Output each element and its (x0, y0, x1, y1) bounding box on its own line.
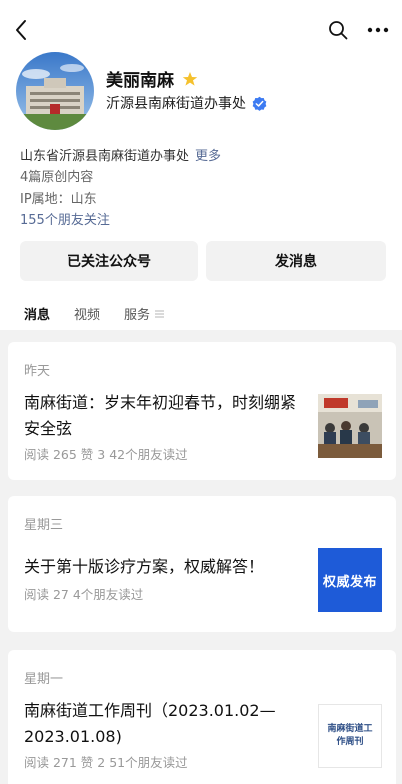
article-meta: 阅读 271 赞 2 51个朋友读过 (24, 755, 188, 770)
thumbnail-text: 权威发布 (322, 574, 377, 590)
content-tabs: 消息 视频 服务 (24, 304, 189, 332)
top-bar (0, 0, 402, 60)
article-thumbnail[interactable] (318, 394, 382, 458)
article-card[interactable]: 昨天 南麻街道：岁末年初迎春节，时刻绷紧安全弦 阅读 265 赞 3 42个朋友… (8, 342, 396, 480)
org-name: 沂源县南麻街道办事处 (106, 96, 246, 112)
article-thumbnail[interactable]: 南麻街道工作周刊 (318, 704, 382, 768)
article-title[interactable]: 关于第十版诊疗方案，权威解答！ (24, 554, 296, 580)
send-message-button[interactable]: 发消息 (206, 241, 386, 281)
tab-videos[interactable]: 视频 (74, 304, 100, 323)
tab-messages[interactable]: 消息 (24, 304, 51, 332)
account-name-row: 美丽南麻 (106, 66, 198, 91)
thumbnail-text: 南麻街道工作周刊 (327, 724, 373, 747)
avatar[interactable] (16, 52, 94, 130)
search-icon[interactable] (326, 18, 350, 42)
star-icon[interactable] (182, 71, 198, 87)
tab-label: 消息 (24, 308, 51, 323)
article-thumbnail[interactable]: 权威发布 (318, 548, 382, 612)
followed-account-button[interactable]: 已关注公众号 (20, 241, 198, 281)
tab-services[interactable]: 服务 (124, 304, 165, 323)
tab-label: 服务 (124, 308, 151, 323)
org-row[interactable]: 沂源县南麻街道办事处 (106, 93, 267, 113)
article-meta: 阅读 27 4个朋友读过 (24, 587, 144, 602)
article-title[interactable]: 南麻街道工作周刊（2023.01.02—2023.01.08) (24, 698, 296, 750)
tab-label: 视频 (74, 308, 101, 323)
article-card[interactable]: 星期三 关于第十版诊疗方案，权威解答！ 阅读 27 4个朋友读过 权威发布 (8, 496, 396, 632)
article-meta: 阅读 265 赞 3 42个朋友读过 (24, 447, 188, 462)
description-text: 山东省沂源县南麻街道办事处 (20, 149, 190, 164)
more-link[interactable]: 更多 (195, 149, 221, 164)
account-name: 美丽南麻 (106, 71, 174, 91)
article-day: 昨天 (24, 364, 51, 379)
verified-check-icon (252, 96, 267, 111)
original-count: 4篇原创内容 (20, 170, 94, 185)
friends-following-link[interactable]: 155个朋友关注 (20, 209, 110, 228)
account-description: 山东省沂源县南麻街道办事处 更多 (20, 145, 221, 164)
article-title[interactable]: 南麻街道：岁末年初迎春节，时刻绷紧安全弦 (24, 390, 296, 442)
article-day: 星期一 (24, 672, 64, 687)
article-card[interactable]: 星期一 南麻街道工作周刊（2023.01.02—2023.01.08) 阅读 2… (8, 650, 396, 784)
menu-lines-icon (155, 309, 165, 318)
article-feed: 昨天 南麻街道：岁末年初迎春节，时刻绷紧安全弦 阅读 265 赞 3 42个朋友… (0, 330, 402, 784)
more-dots-icon[interactable] (364, 20, 392, 40)
chevron-left-icon[interactable] (12, 18, 32, 42)
article-day: 星期三 (24, 518, 64, 533)
ip-location: IP属地：山东 (20, 192, 97, 207)
